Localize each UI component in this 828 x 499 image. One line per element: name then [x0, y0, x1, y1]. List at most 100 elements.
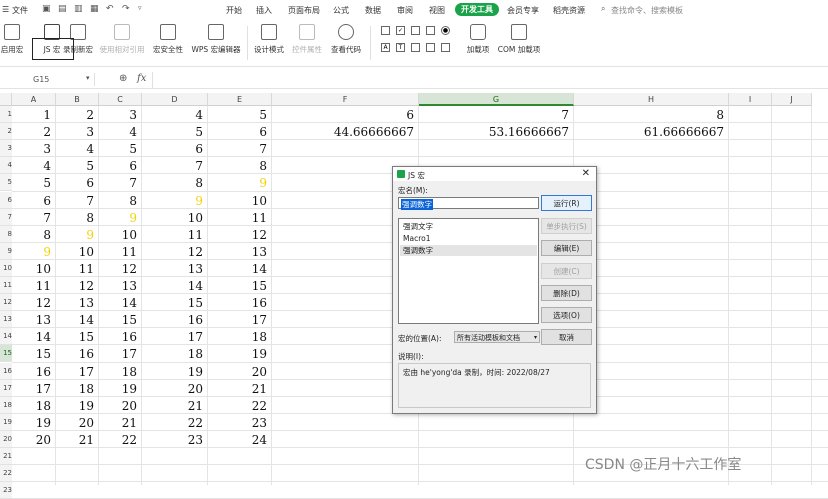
column-header-c[interactable]: C [99, 93, 142, 106]
cell[interactable]: 3 [99, 107, 142, 124]
cell[interactable]: 10 [208, 193, 272, 210]
cell[interactable]: 8 [142, 175, 208, 192]
cell[interactable]: 5 [56, 158, 99, 175]
cell[interactable]: 20 [99, 398, 142, 415]
cell[interactable]: 15 [12, 346, 56, 363]
cell[interactable]: 20 [208, 364, 272, 381]
cell[interactable]: 15 [142, 295, 208, 312]
cell[interactable]: 13 [99, 278, 142, 295]
scrollbar-control-icon[interactable] [426, 43, 435, 52]
cell[interactable]: 12 [56, 278, 99, 295]
column-header-g[interactable]: G [419, 93, 574, 106]
row-header[interactable]: 13 [0, 311, 12, 329]
cell[interactable]: 7 [12, 210, 56, 227]
cell[interactable]: 18 [99, 364, 142, 381]
search-icon[interactable]: ⌕ [601, 4, 605, 14]
cell[interactable]: 5 [99, 141, 142, 158]
button-control-icon[interactable] [381, 26, 390, 35]
cell[interactable]: 12 [208, 227, 272, 244]
textbox-control-icon[interactable]: T [396, 43, 405, 52]
cell[interactable]: 53.16666667 [419, 124, 574, 141]
cell[interactable]: 9 [56, 227, 99, 244]
cell[interactable]: 14 [142, 278, 208, 295]
cell[interactable]: 16 [12, 364, 56, 381]
tab-page-layout[interactable]: 页面布局 [288, 5, 320, 16]
close-icon[interactable]: ✕ [582, 168, 590, 179]
cell[interactable]: 14 [99, 295, 142, 312]
cell[interactable]: 21 [99, 415, 142, 432]
cell[interactable]: 61.66666667 [574, 124, 729, 141]
row-header[interactable]: 20 [0, 430, 12, 448]
cell[interactable]: 22 [142, 415, 208, 432]
name-box[interactable]: G15 ▾ [0, 73, 95, 86]
cell[interactable]: 13 [208, 244, 272, 261]
cell[interactable]: 9 [99, 210, 142, 227]
cell[interactable]: 7 [56, 193, 99, 210]
cell[interactable]: 24 [208, 432, 272, 449]
run-button[interactable]: 运行(R) [541, 195, 592, 211]
cell[interactable]: 2 [56, 107, 99, 124]
cell[interactable]: 2 [12, 124, 56, 141]
tab-home[interactable]: 开始 [226, 5, 242, 16]
cell[interactable]: 13 [56, 295, 99, 312]
cell[interactable]: 4 [99, 124, 142, 141]
cell[interactable]: 20 [56, 415, 99, 432]
step-into-button[interactable]: 单步执行(S) [541, 218, 592, 234]
cell[interactable]: 17 [12, 381, 56, 398]
column-header-i[interactable]: I [729, 93, 772, 106]
listbox-control-icon[interactable] [426, 26, 435, 35]
cell[interactable]: 5 [142, 124, 208, 141]
tab-view[interactable]: 视图 [429, 5, 445, 16]
spinner-control-icon[interactable] [441, 43, 450, 52]
cell[interactable]: 21 [142, 398, 208, 415]
cell[interactable]: 19 [142, 364, 208, 381]
cell[interactable]: 16 [56, 346, 99, 363]
column-header-j[interactable]: J [772, 93, 812, 106]
enable-macro-button[interactable]: 启用宏 [0, 24, 24, 55]
cell[interactable]: 9 [12, 244, 56, 261]
cell[interactable]: 16 [142, 312, 208, 329]
cell[interactable]: 20 [142, 381, 208, 398]
cell[interactable]: 1 [12, 107, 56, 124]
row-header[interactable]: 4 [0, 157, 12, 175]
cell[interactable]: 18 [56, 381, 99, 398]
cell[interactable]: 18 [12, 398, 56, 415]
cell[interactable]: 10 [142, 210, 208, 227]
macro-list-item[interactable]: 强调文字 [400, 221, 537, 232]
checkbox-control-icon[interactable]: ✓ [396, 26, 405, 35]
cell[interactable]: 4 [56, 141, 99, 158]
cell[interactable]: 8 [56, 210, 99, 227]
row-header[interactable]: 9 [0, 242, 12, 260]
row-header[interactable]: 21 [0, 448, 12, 466]
cell[interactable]: 3 [56, 124, 99, 141]
row-header[interactable]: 10 [0, 259, 12, 277]
cell[interactable]: 15 [99, 312, 142, 329]
add-ins-button[interactable]: 加载项 [462, 24, 494, 55]
cell[interactable]: 9 [142, 193, 208, 210]
cell[interactable]: 6 [208, 124, 272, 141]
column-header-a[interactable]: A [12, 93, 56, 106]
redo-icon[interactable]: ↷ [122, 4, 130, 14]
edit-button[interactable]: 编辑(E) [541, 240, 592, 256]
cell[interactable]: 7 [99, 175, 142, 192]
command-search[interactable]: 查找命令、搜索模板 [611, 5, 683, 16]
tab-formulas[interactable]: 公式 [333, 5, 349, 16]
cell[interactable]: 19 [99, 381, 142, 398]
cell[interactable]: 11 [208, 210, 272, 227]
macro-list-item[interactable]: Macro1 [400, 233, 537, 244]
column-header-d[interactable]: D [142, 93, 208, 106]
macro-location-select[interactable]: 所有活动模板和文档 ▾ [454, 331, 540, 343]
tab-review[interactable]: 审阅 [397, 5, 413, 16]
row-header[interactable]: 6 [0, 191, 12, 209]
cell[interactable]: 17 [142, 329, 208, 346]
cell[interactable]: 8 [99, 193, 142, 210]
cell[interactable]: 11 [99, 244, 142, 261]
cell[interactable]: 11 [56, 261, 99, 278]
cell[interactable]: 19 [208, 346, 272, 363]
open-icon[interactable]: ▣ [42, 4, 51, 14]
control-properties-button[interactable]: 控件属性 [290, 24, 324, 55]
dialog-titlebar[interactable]: JS 宏 ✕ [393, 167, 596, 181]
print-preview-icon[interactable]: ▦ [90, 4, 99, 14]
cell[interactable]: 14 [12, 329, 56, 346]
cell[interactable]: 5 [12, 175, 56, 192]
